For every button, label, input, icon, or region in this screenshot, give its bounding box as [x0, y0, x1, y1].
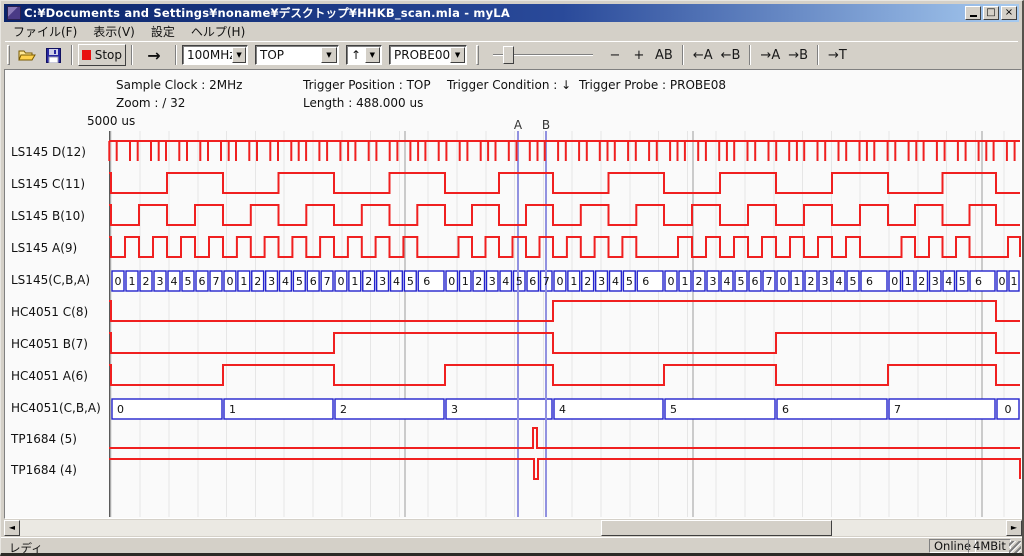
app-window: C:¥Documents and Settings¥noname¥デスクトップ¥… — [0, 0, 1024, 556]
zoom-in-button[interactable]: + — [627, 44, 651, 66]
resize-grip[interactable] — [1009, 541, 1021, 553]
time-scale-label: 5000 us — [87, 114, 135, 128]
toolbar-grip — [7, 45, 10, 65]
channel-label-HC4051-C-B-A: HC4051(C,B,A) — [11, 401, 101, 415]
channel-label-HC4051-A-6: HC4051 A(6) — [11, 369, 88, 383]
toolbar-separator — [71, 45, 73, 65]
chevron-down-icon[interactable]: ▼ — [321, 47, 337, 63]
status-ready-text: レディ — [9, 540, 43, 556]
channel-label-TP1684-4: TP1684 (4) — [11, 463, 77, 477]
scroll-right-arrow-icon[interactable]: ► — [1006, 520, 1022, 536]
channel-label-TP1684-5: TP1684 (5) — [11, 432, 77, 446]
channel-label-LS145-D-12: LS145 D(12) — [11, 145, 86, 159]
zoom-ab-button[interactable]: AB — [651, 44, 677, 66]
trigger-position-value: TOP — [256, 48, 321, 62]
channel-label-LS145-B-10: LS145 B(10) — [11, 209, 85, 223]
open-file-button[interactable] — [14, 44, 40, 66]
sample-clock-combo[interactable]: 100MHz ▼ — [182, 45, 248, 65]
menu-bar: ファイル(F) 表示(V) 設定 ヘルプ(H) — [5, 23, 1018, 40]
trigger-edge-combo[interactable]: ↑ ▼ — [346, 45, 382, 65]
channel-label-HC4051-B-7: HC4051 B(7) — [11, 337, 88, 351]
zoom-slider-thumb[interactable] — [503, 46, 514, 64]
zoom-slider[interactable] — [489, 44, 597, 66]
cursor-b-label[interactable]: B — [542, 118, 550, 132]
channel-label-LS145-C-B-A: LS145(C,B,A) — [11, 273, 90, 287]
save-floppy-icon — [46, 48, 61, 63]
maximize-button[interactable]: □ — [983, 6, 999, 20]
trigger-probe-info: Trigger Probe : PROBE08 — [579, 78, 726, 92]
channel-label-HC4051-C-8: HC4051 C(8) — [11, 305, 88, 319]
channel-label-LS145-A-9: LS145 A(9) — [11, 241, 77, 255]
set-cursor-b-button[interactable]: →B — [784, 44, 812, 66]
stop-button[interactable]: Stop — [78, 44, 126, 66]
horizontal-scrollbar[interactable]: ◄ ► — [4, 520, 1022, 536]
minimize-icon — [970, 15, 977, 17]
menu-view[interactable]: 表示(V) — [85, 22, 143, 42]
menu-file[interactable]: ファイル(F) — [5, 22, 85, 42]
trigger-position-info: Trigger Position : TOP — [303, 78, 431, 92]
menu-help[interactable]: ヘルプ(H) — [183, 22, 253, 42]
toolbar: Stop → 100MHz ▼ TOP ▼ ↑ ▼ PROBE00 ▼ − + … — [5, 41, 1018, 68]
sample-clock-value: 100MHz — [183, 48, 232, 62]
trigger-condition-info: Trigger Condition : ↓ — [447, 78, 571, 92]
trigger-position-combo[interactable]: TOP ▼ — [255, 45, 339, 65]
chevron-down-icon[interactable]: ▼ — [450, 47, 465, 63]
goto-cursor-a-button[interactable]: ←A — [689, 44, 717, 66]
menu-settings[interactable]: 設定 — [143, 22, 183, 42]
stop-square-icon — [82, 50, 91, 60]
toolbar-separator — [175, 45, 177, 65]
chevron-down-icon[interactable]: ▼ — [232, 47, 246, 63]
goto-cursor-b-button[interactable]: ←B — [717, 44, 745, 66]
toolbar-separator — [682, 45, 684, 65]
save-file-button[interactable] — [40, 44, 66, 66]
toolbar-grip — [476, 45, 479, 65]
toolbar-separator — [749, 45, 751, 65]
chevron-down-icon[interactable]: ▼ — [365, 47, 380, 63]
run-button[interactable]: → — [138, 44, 170, 66]
set-cursor-a-button[interactable]: →A — [756, 44, 784, 66]
cursor-a-label[interactable]: A — [514, 118, 522, 132]
stop-label: Stop — [95, 48, 122, 62]
app-icon — [7, 6, 21, 20]
waveform-client-area — [4, 69, 1022, 519]
trigger-probe-combo[interactable]: PROBE00 ▼ — [389, 45, 467, 65]
goto-trigger-button[interactable]: →T — [824, 44, 851, 66]
scrollbar-thumb[interactable] — [601, 520, 832, 536]
length-info: Length : 488.000 us — [303, 96, 423, 110]
status-memory-badge: 4MBit — [968, 539, 1011, 553]
open-folder-icon — [18, 48, 36, 62]
zoom-out-button[interactable]: − — [603, 44, 627, 66]
minimize-button[interactable] — [965, 6, 981, 20]
window-title: C:¥Documents and Settings¥noname¥デスクトップ¥… — [24, 5, 965, 21]
toolbar-separator — [131, 45, 133, 65]
trigger-probe-value: PROBE00 — [390, 48, 450, 62]
toolbar-separator — [817, 45, 819, 65]
scroll-left-arrow-icon[interactable]: ◄ — [4, 520, 20, 536]
sample-clock-info: Sample Clock : 2MHz — [116, 78, 242, 92]
status-bar: レディ Online 4MBit — [1, 537, 1023, 554]
title-bar[interactable]: C:¥Documents and Settings¥noname¥デスクトップ¥… — [4, 4, 1019, 22]
trigger-edge-value: ↑ — [347, 48, 365, 62]
close-button[interactable]: × — [1001, 6, 1017, 20]
channel-label-LS145-C-11: LS145 C(11) — [11, 177, 85, 191]
zoom-info: Zoom : / 32 — [116, 96, 185, 110]
